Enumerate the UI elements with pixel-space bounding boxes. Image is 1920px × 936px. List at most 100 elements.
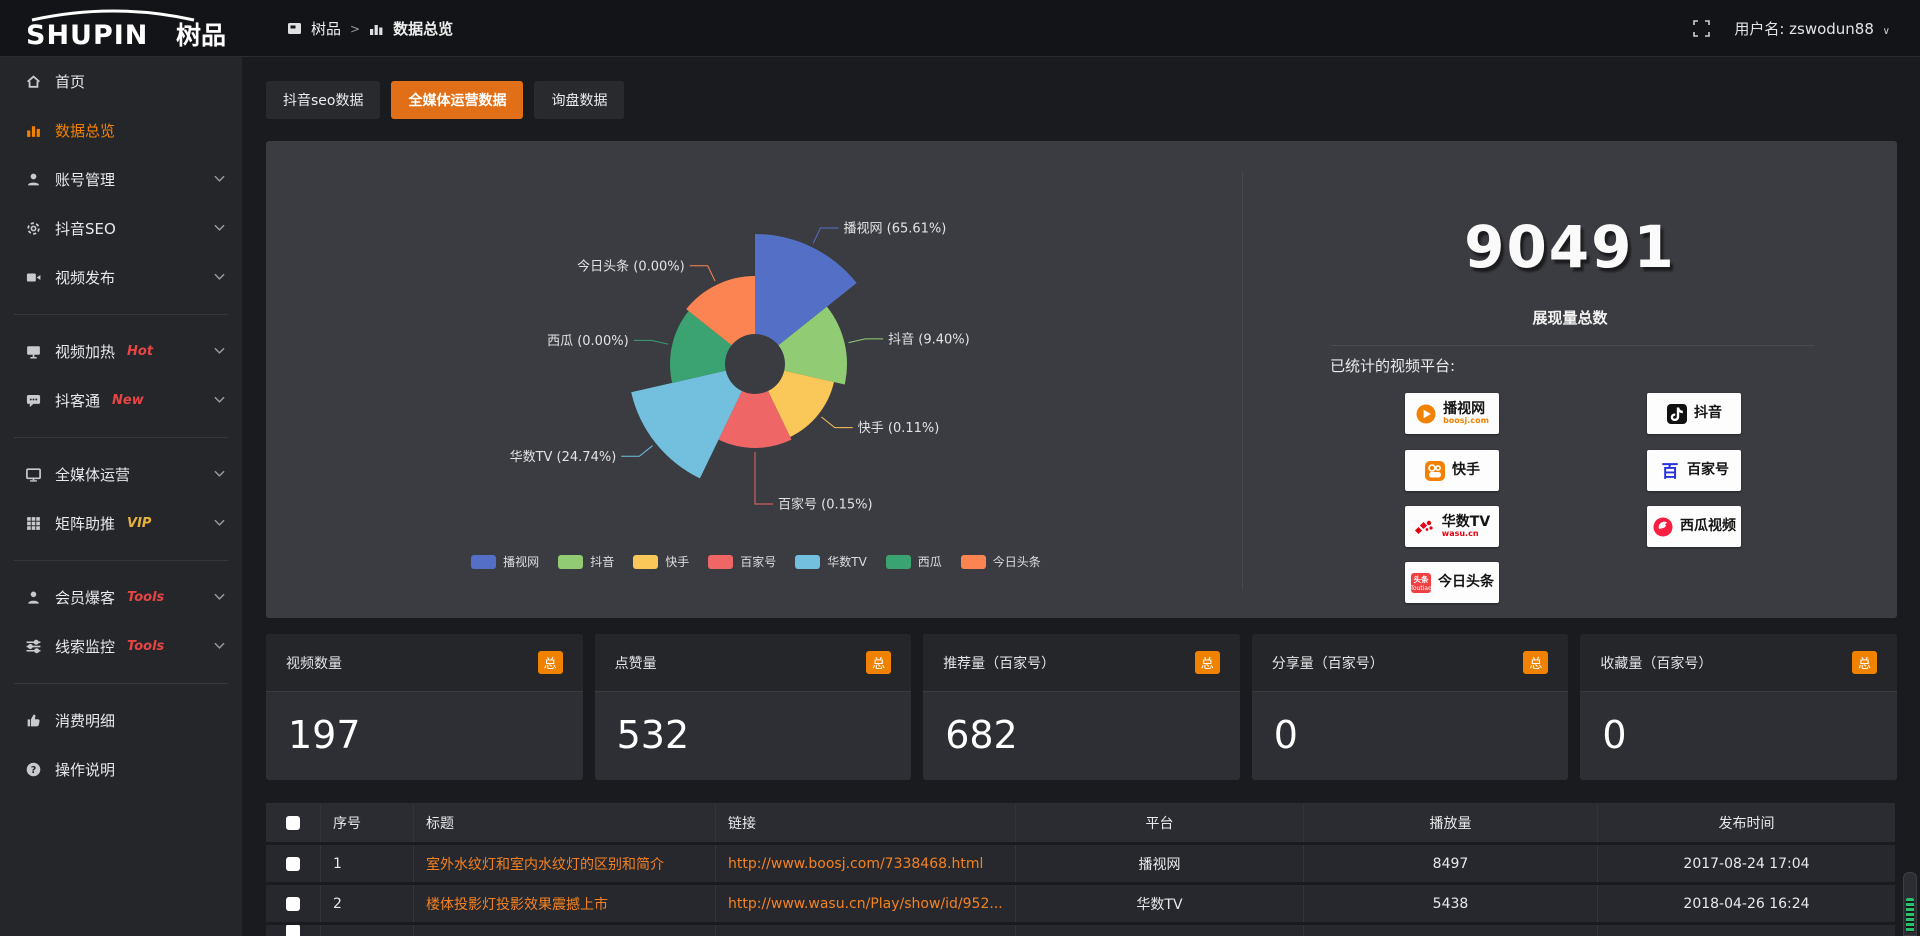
row-plays: 5438 [1303,885,1597,922]
row-checkbox[interactable] [286,897,300,911]
tab-询盘数据[interactable]: 询盘数据 [534,81,624,119]
column-header-播放量: 播放量 [1303,803,1597,842]
monitor-hot-icon [25,343,42,360]
sidebar-divider [14,437,228,438]
sidebar-item-视频发布[interactable]: 视频发布 [0,253,242,302]
tab-抖音seo数据[interactable]: 抖音seo数据 [266,81,380,119]
breadcrumb-current: 数据总览 [393,18,453,39]
breadcrumb: 树品 > 数据总览 [287,0,453,57]
select-all-cell [266,803,320,842]
sidebar-item-数据总览[interactable]: 数据总览 [0,106,242,155]
svg-text:头条: 头条 [1414,574,1430,584]
chevron-down-icon [214,642,225,650]
platform-badge-百家号[interactable]: 百百家号 [1647,450,1741,491]
sidebar-item-会员爆客[interactable]: 会员爆客Tools [0,573,242,622]
stat-card-value: 197 [266,692,583,778]
row-checkbox[interactable] [286,857,300,871]
legend-label: 西瓜 [918,553,942,570]
legend-item-西瓜[interactable]: 西瓜 [886,553,942,570]
help-icon: ? [25,761,42,778]
row-title[interactable]: 室外水纹灯和室内水纹灯的区别和简介 [413,845,715,882]
chevron-down-icon [214,470,225,478]
tab-全媒体运营数据[interactable]: 全媒体运营数据 [391,81,523,119]
pie-slice-华数TV[interactable] [631,371,742,479]
platform-badge-name: 抖音 [1694,406,1722,421]
pie-label-百家号: 百家号 (0.15%) [778,497,873,513]
row-title[interactable]: 楼体投影灯投影效果震撼上市 [413,885,715,922]
stat-card-视频数量: 视频数量总197 [266,634,583,780]
sidebar-item-矩阵助推[interactable]: 矩阵助推VIP [0,499,242,548]
total-badge[interactable]: 总 [1852,651,1877,674]
total-badge[interactable]: 总 [538,651,563,674]
top-header: SHUPIN 树品 树品 > 数据总览 用户名: zswodun88 ∨ [0,0,1920,57]
sidebar-item-label: 账号管理 [55,169,115,190]
sidebar-item-操作说明[interactable]: ? 操作说明 [0,745,242,794]
platform-badge-抖音[interactable]: 抖音 [1647,393,1741,434]
row-time: 2017-08-24 17:04 [1597,845,1895,882]
sidebar-divider [14,560,228,561]
platform-badge-西瓜视频[interactable]: 西瓜视频 [1647,506,1741,547]
sidebar-item-账号管理[interactable]: 账号管理 [0,155,242,204]
username-menu[interactable]: 用户名: zswodun88 ∨ [1734,18,1890,39]
chevron-down-icon [214,175,225,183]
sidebar-item-抖音SEO[interactable]: 抖音SEO [0,204,242,253]
sidebar-item-视频加热[interactable]: 视频加热Hot [0,327,242,376]
platform-badge-name: 今日头条 [1438,575,1494,590]
legend-item-播视网[interactable]: 播视网 [471,553,539,570]
sidebar-item-badge: Tools [127,639,164,654]
sidebar-item-label: 视频发布 [55,267,115,288]
platform-badge-播视网[interactable]: 播视网boosj.com [1405,393,1499,434]
sidebar-item-label: 矩阵助推 [55,513,115,534]
fullscreen-icon[interactable] [1693,20,1710,37]
row-checkbox[interactable] [286,925,300,936]
table-row[interactable]: 1室外水纹灯和室内水纹灯的区别和简介http://www.boosj.com/7… [266,845,1895,882]
sidebar-item-label: 操作说明 [55,759,115,780]
legend-item-今日头条[interactable]: 今日头条 [961,553,1041,570]
sidebar-item-抖客通[interactable]: 抖客通New [0,376,242,425]
sidebar-item-label: 抖客通 [55,390,100,411]
legend-label: 抖音 [590,553,614,570]
breadcrumb-root[interactable]: 树品 [311,18,341,39]
select-all-checkbox[interactable] [286,816,300,830]
sidebar-item-label: 会员爆客 [55,587,115,608]
row-platform: 播视网 [1015,845,1303,882]
platform-badge-今日头条[interactable]: 头条Toutiao 今日头条 [1405,562,1499,603]
legend-item-抖音[interactable]: 抖音 [558,553,614,570]
total-badge[interactable]: 总 [1195,651,1220,674]
stat-card-title: 点赞量 [615,653,657,673]
svg-text:Toutiao: Toutiao [1410,585,1432,592]
row-link[interactable]: http://www.boosj.com/7338468.html [715,845,1015,882]
side-float-widget[interactable] [1903,872,1917,936]
row-platform: 华数TV [1015,885,1303,922]
row-num: 2 [320,885,413,922]
stat-card-value: 682 [923,692,1240,778]
total-badge[interactable]: 总 [866,651,891,674]
sidebar-item-消费明细[interactable]: 消费明细 [0,696,242,745]
empty-cell [320,925,413,936]
legend-item-快手[interactable]: 快手 [633,553,689,570]
bar-chart-icon [25,122,42,139]
username-label: 用户名: zswodun88 [1734,20,1874,38]
stat-card-title: 收藏量（百家号） [1600,653,1712,673]
legend-item-百家号[interactable]: 百家号 [708,553,776,570]
legend-item-华数TV[interactable]: 华数TV [795,553,867,570]
platform-badge-华数TV[interactable]: 华数TVwasu.cn [1405,506,1499,547]
platform-badge-name: 华数TV [1442,515,1490,530]
sidebar-item-线索监控[interactable]: 线索监控Tools [0,622,242,671]
sidebar-item-label: 全媒体运营 [55,464,130,485]
row-num: 1 [320,845,413,882]
row-link[interactable]: http://www.wasu.cn/Play/show/id/952... [715,885,1015,922]
platform-badge-快手[interactable]: 快手 [1405,450,1499,491]
table-row[interactable]: 2楼体投影灯投影效果震撼上市http://www.wasu.cn/Play/sh… [266,885,1895,922]
row-checkbox-cell [266,885,320,922]
chat-icon [25,392,42,409]
table-row-partial[interactable] [266,925,1895,936]
pie-label-抖音: 抖音 (9.40%) [888,331,970,347]
rose-pie-chart[interactable]: 播视网 (65.61%)抖音 (9.40%)快手 (0.11%)百家号 (0.1… [266,141,1242,618]
total-badge[interactable]: 总 [1523,651,1548,674]
platform-badge-texts: 播视网boosj.com [1443,402,1489,425]
sidebar-item-首页[interactable]: 首页 [0,57,242,106]
platform-badge-name: 快手 [1452,463,1480,478]
sidebar-item-全媒体运营[interactable]: 全媒体运营 [0,450,242,499]
total-impressions-label: 展现量总数 [1370,307,1770,328]
